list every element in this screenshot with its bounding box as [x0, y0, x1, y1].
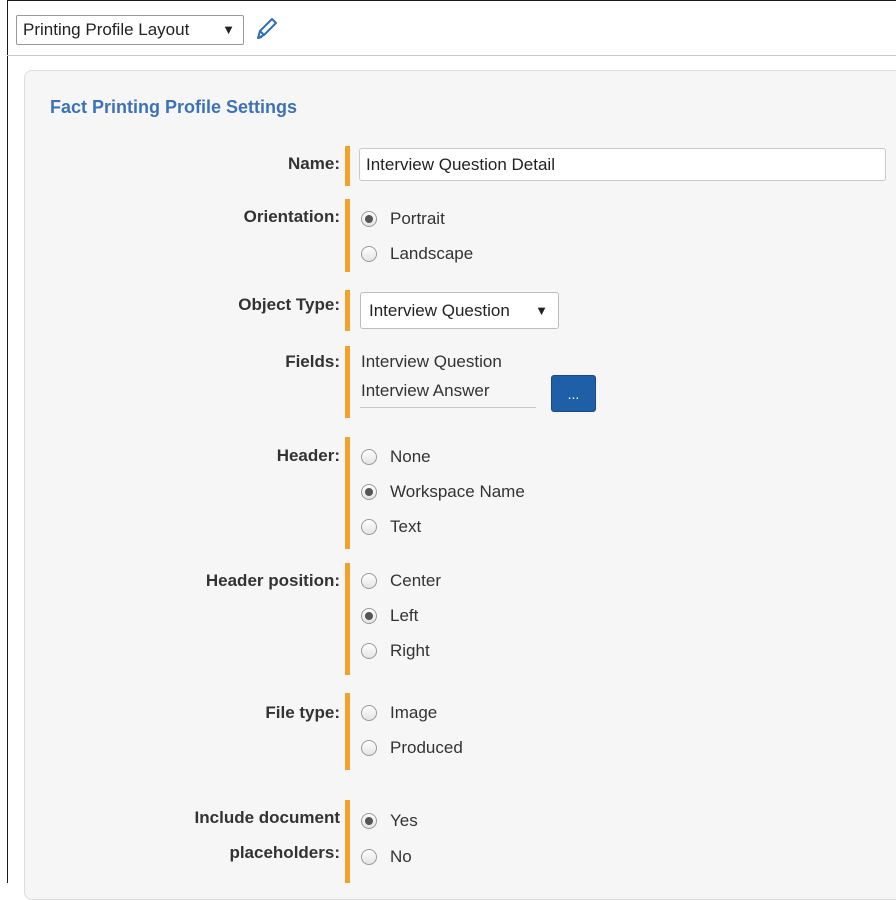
header-position-option-left[interactable]: Left	[361, 603, 418, 629]
radio-button[interactable]	[361, 643, 377, 659]
include-placeholders-label: Include document	[194, 808, 340, 827]
file-type-label: File type:	[265, 703, 340, 722]
field-item: Interview Answer	[361, 381, 490, 400]
include-placeholders-option-no[interactable]: No	[361, 844, 412, 870]
object-type-select[interactable]: Interview Question ▼	[360, 292, 559, 329]
radio-button[interactable]	[361, 573, 377, 589]
header-option-workspace-name[interactable]: Workspace Name	[361, 479, 525, 505]
fields-required-bar	[345, 346, 350, 418]
fields-divider	[360, 407, 536, 408]
layout-select-value: Printing Profile Layout	[23, 20, 190, 39]
object-type-value: Interview Question	[369, 301, 510, 320]
radio-button[interactable]	[361, 449, 377, 465]
file-type-option-image[interactable]: Image	[361, 700, 437, 726]
header-label: Header:	[276, 446, 340, 465]
orientation-portrait-label: Portrait	[390, 209, 445, 228]
header-none-label: None	[390, 447, 431, 466]
include-placeholders-option-yes[interactable]: Yes	[361, 808, 418, 834]
name-label: Name:	[288, 154, 340, 173]
radio-button[interactable]	[361, 519, 377, 535]
chevron-down-icon: ▼	[222, 22, 235, 37]
include-placeholders-yes-label: Yes	[390, 811, 418, 830]
toolbar: Printing Profile Layout ▼	[7, 1, 896, 56]
radio-button[interactable]	[361, 705, 377, 721]
header-text-label: Text	[390, 517, 422, 536]
header-option-text[interactable]: Text	[361, 514, 421, 540]
field-item: Interview Question	[361, 352, 502, 371]
include-placeholders-no-label: No	[390, 847, 412, 866]
fields-label: Fields:	[285, 352, 340, 371]
include-placeholders-required-bar	[345, 800, 350, 883]
header-position-option-right[interactable]: Right	[361, 638, 430, 664]
section-title: Fact Printing Profile Settings	[50, 97, 298, 117]
orientation-option-landscape[interactable]: Landscape	[361, 241, 473, 267]
radio-button-checked[interactable]	[361, 813, 377, 829]
name-required-bar	[345, 146, 350, 186]
radio-button[interactable]	[361, 849, 377, 865]
object-type-label: Object Type:	[238, 295, 340, 314]
header-required-bar	[345, 437, 350, 549]
chevron-down-icon: ▼	[535, 303, 548, 318]
header-workspace-name-label: Workspace Name	[390, 482, 525, 501]
header-position-right-label: Right	[390, 641, 430, 660]
pencil-icon[interactable]	[253, 15, 279, 43]
radio-button[interactable]	[361, 740, 377, 756]
header-position-left-label: Left	[390, 606, 419, 625]
header-position-label: Header position:	[205, 571, 340, 590]
radio-button[interactable]	[361, 246, 377, 262]
file-type-image-label: Image	[390, 703, 438, 722]
header-position-option-center[interactable]: Center	[361, 568, 441, 594]
file-type-option-produced[interactable]: Produced	[361, 735, 463, 761]
orientation-option-portrait[interactable]: Portrait	[361, 206, 445, 232]
radio-button-checked[interactable]	[361, 211, 377, 227]
radio-button-checked[interactable]	[361, 608, 377, 624]
object-type-required-bar	[345, 290, 350, 331]
orientation-landscape-label: Landscape	[390, 244, 474, 263]
header-position-center-label: Center	[390, 571, 442, 590]
layout-select[interactable]: Printing Profile Layout ▼	[16, 15, 244, 45]
name-input[interactable]: Interview Question Detail	[359, 148, 886, 181]
orientation-label: Orientation:	[243, 207, 340, 226]
include-placeholders-label-line2: placeholders:	[229, 843, 340, 862]
select-fields-button[interactable]: ...	[551, 375, 596, 412]
file-type-required-bar	[345, 693, 350, 770]
file-type-produced-label: Produced	[390, 738, 463, 757]
orientation-required-bar	[345, 199, 350, 272]
header-position-required-bar	[345, 563, 350, 675]
header-option-none[interactable]: None	[361, 444, 431, 470]
radio-button-checked[interactable]	[361, 484, 377, 500]
